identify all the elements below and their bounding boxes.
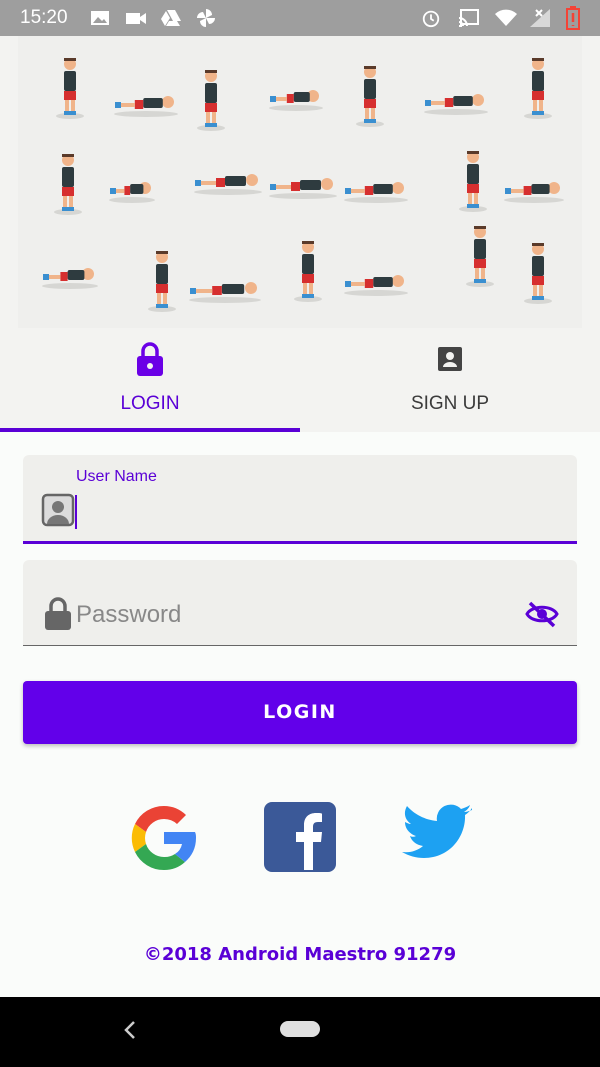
back-icon[interactable] — [122, 1019, 138, 1041]
exercise-figures-image — [42, 58, 564, 312]
alarm-icon — [422, 10, 440, 28]
exercise-illustration — [18, 36, 582, 328]
twitter-logo[interactable] — [400, 802, 474, 866]
tab-login[interactable]: LOGIN — [0, 331, 300, 432]
login-form: User Name Password LOGIN ©2018 Android M… — [0, 432, 600, 997]
battery-icon — [566, 6, 580, 30]
username-field[interactable]: User Name — [23, 455, 577, 544]
cast-icon — [458, 9, 479, 27]
tab-login-label: LOGIN — [120, 393, 180, 414]
lock-icon — [45, 597, 71, 630]
copyright-footer: ©2018 Android Maestro 91279 — [143, 944, 457, 965]
exercise-banner — [0, 36, 600, 331]
home-pill[interactable] — [280, 1021, 320, 1037]
login-button[interactable]: LOGIN — [23, 681, 577, 744]
video-icon — [126, 13, 146, 24]
google-logo[interactable] — [122, 796, 206, 880]
pinwheel-icon — [197, 9, 215, 27]
password-field[interactable]: Password — [23, 560, 577, 646]
photo-icon — [91, 11, 109, 25]
username-input[interactable] — [76, 498, 496, 532]
status-bar: 15:20 — [0, 0, 600, 36]
drive-icon — [161, 10, 181, 26]
visibility-off-icon[interactable] — [525, 600, 559, 628]
contact-icon — [438, 347, 462, 371]
tab-sign-up[interactable]: SIGN UP — [300, 331, 600, 432]
password-input[interactable]: Password — [76, 601, 181, 629]
wifi-icon — [495, 9, 517, 26]
facebook-logo[interactable] — [262, 800, 338, 874]
tab-sign-up-label: SIGN UP — [410, 393, 490, 414]
status-time: 15:20 — [20, 7, 68, 28]
signal-icon — [530, 9, 550, 27]
lock-icon — [137, 342, 163, 376]
tab-bar: LOGIN SIGN UP — [0, 331, 600, 432]
person-box-icon — [41, 493, 75, 527]
navigation-bar — [0, 997, 600, 1067]
username-label: User Name — [76, 468, 157, 485]
